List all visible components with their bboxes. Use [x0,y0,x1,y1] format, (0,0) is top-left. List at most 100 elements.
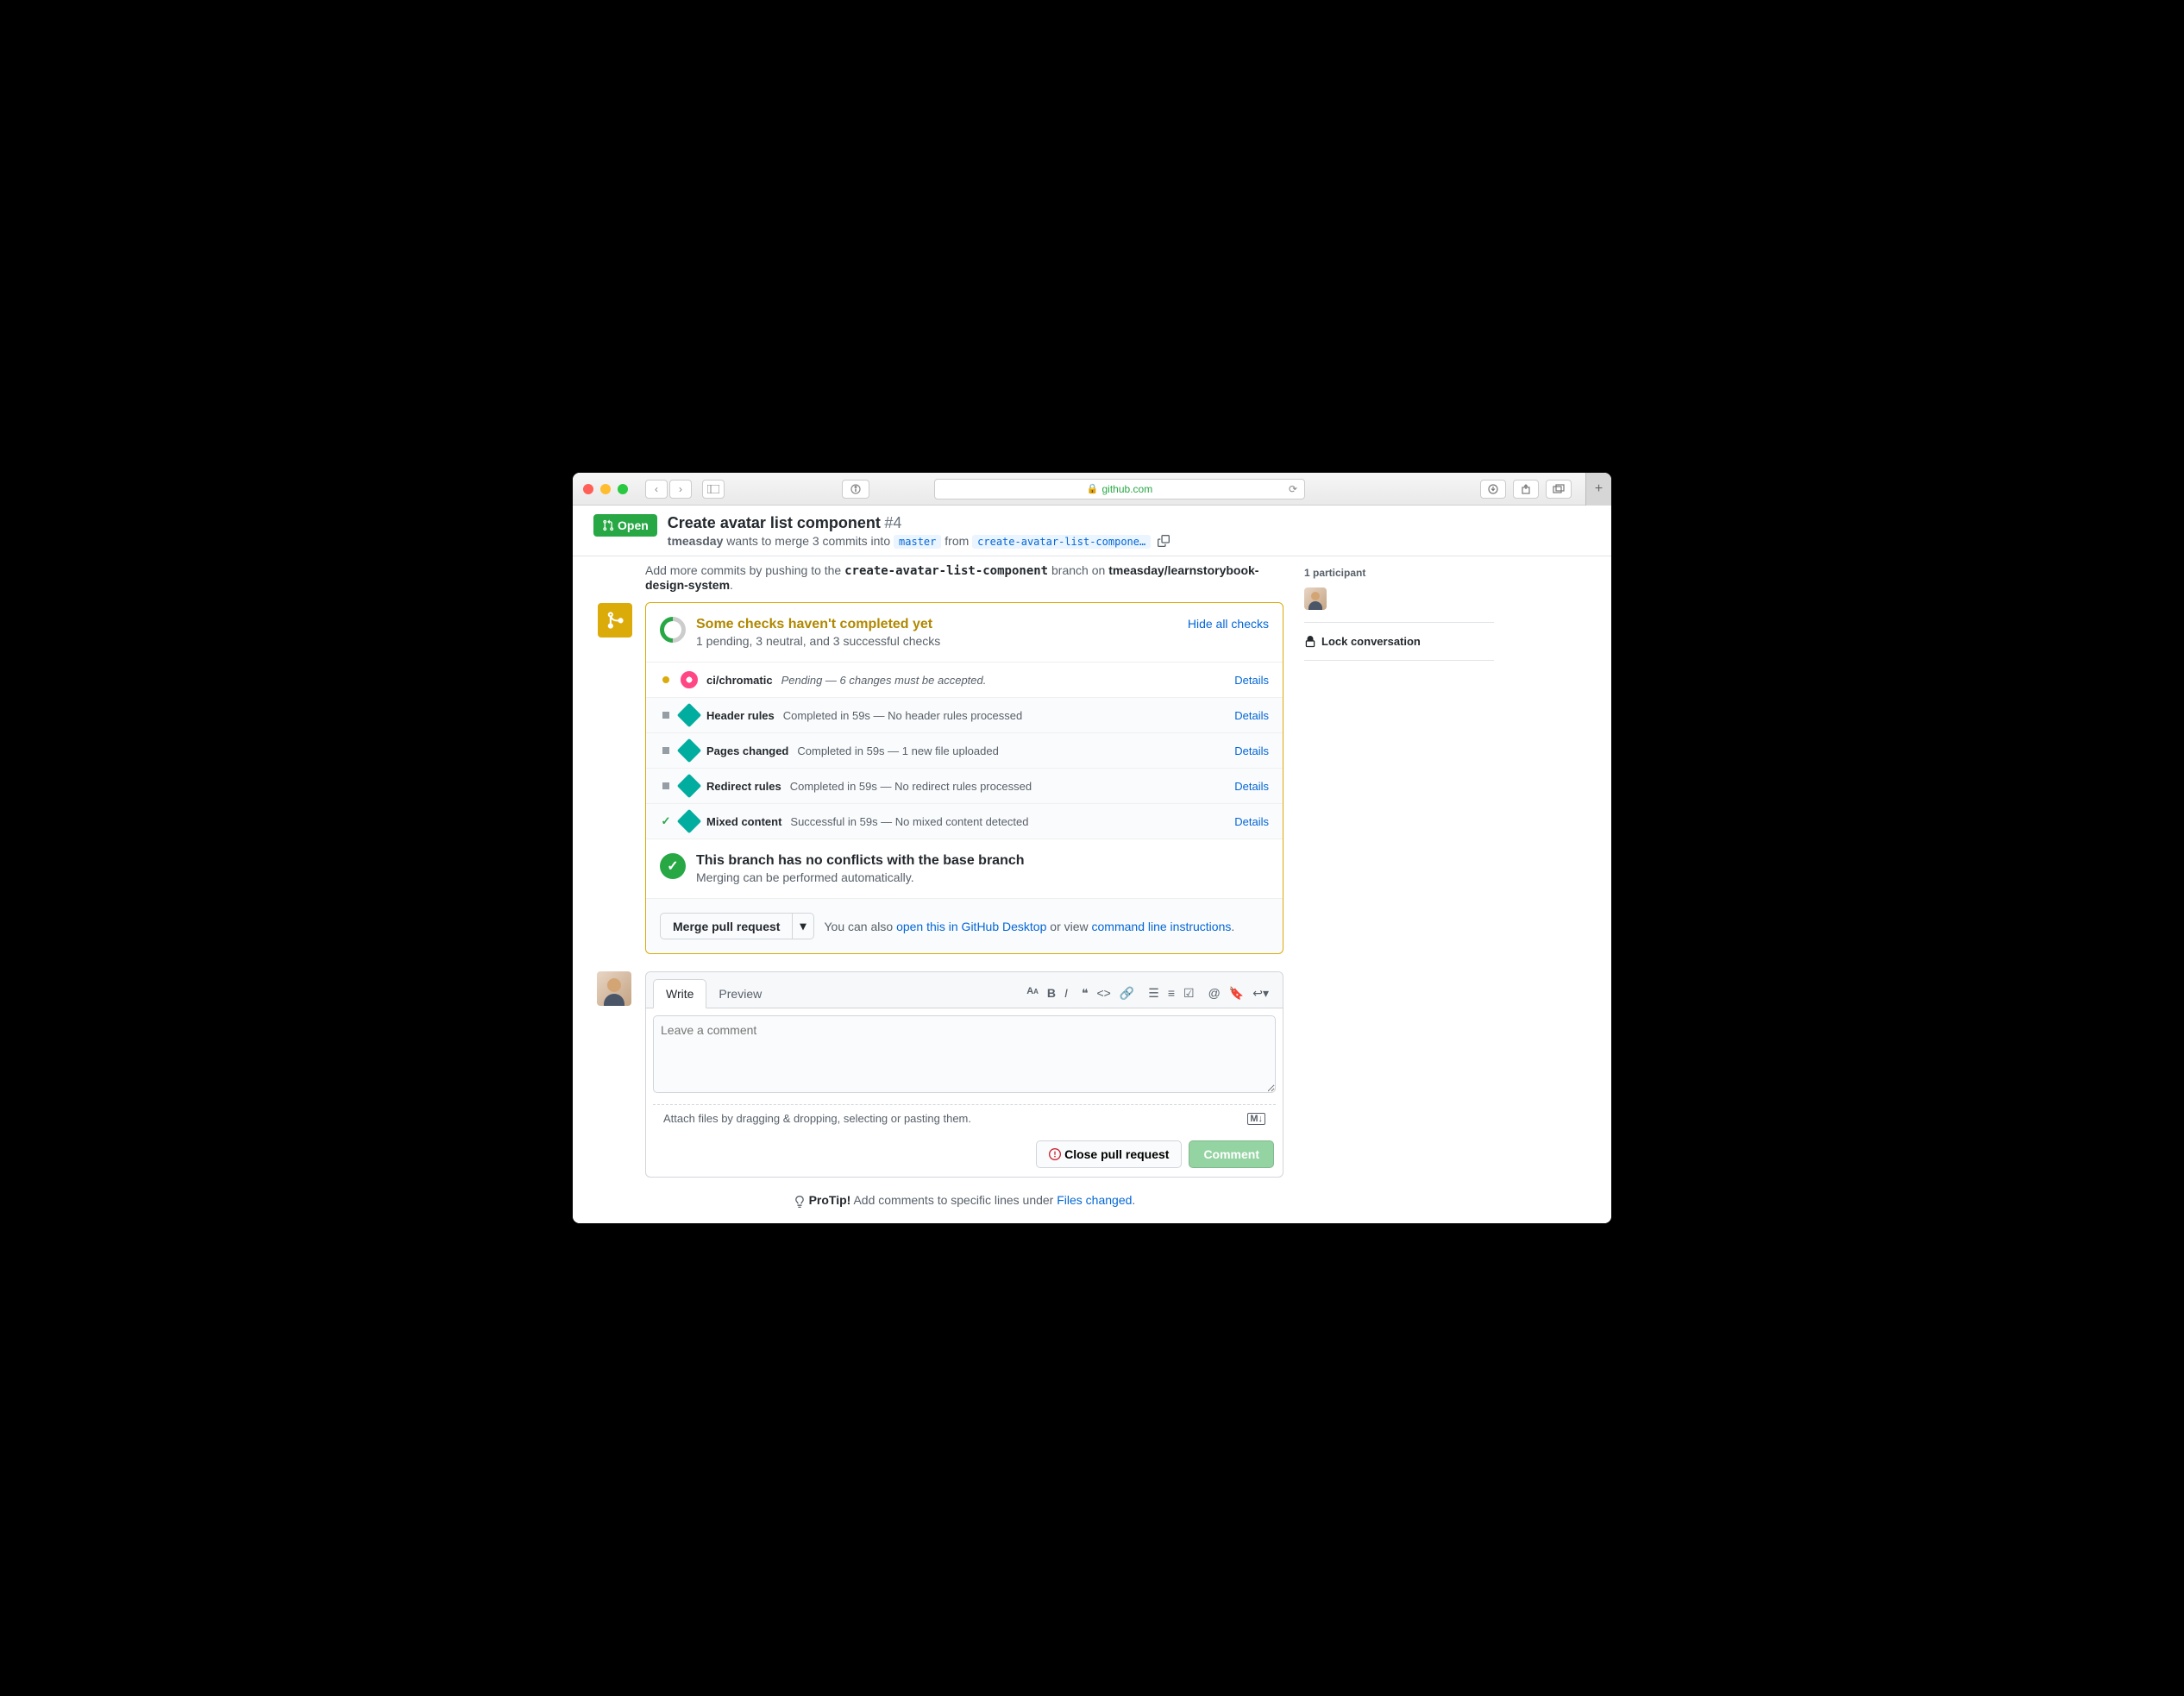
bold-icon[interactable]: B [1047,986,1056,1001]
url-domain: github.com [1102,483,1153,495]
pr-subtitle: tmeasday wants to merge 3 commits into m… [668,534,1171,549]
check-message: Completed in 59s — No redirect rules pro… [790,780,1032,793]
check-name: Pages changed [706,744,788,757]
check-app-icon [681,742,698,759]
markdown-icon[interactable]: M↓ [1247,1113,1265,1125]
protip: ProTip! Add comments to specific lines u… [645,1193,1283,1207]
pr-title: Create avatar list component [668,514,881,531]
reply-icon[interactable]: ↩▾ [1252,986,1269,1001]
forward-button[interactable]: › [669,480,692,499]
italic-icon[interactable]: I [1064,986,1068,1001]
check-details-link[interactable]: Details [1234,780,1269,793]
success-icon: ✓ [660,853,686,879]
issue-closed-icon [1049,1148,1061,1160]
sidebar: 1 participant Lock conversation [1304,556,1494,1207]
url-bar[interactable]: 🔒 github.com ⟳ [934,479,1305,499]
head-branch[interactable]: create-avatar-list-compone… [972,535,1151,549]
check-app-icon [681,707,698,724]
main-column: Add more commits by pushing to the creat… [645,556,1283,1207]
check-status-icon [660,782,672,789]
heading-icon[interactable]: AA [1026,986,1039,1001]
copy-icon[interactable] [1158,535,1171,549]
sidebar-button[interactable] [702,480,725,499]
check-row: ✓ Mixed content Successful in 59s — No m… [646,804,1283,839]
checks-summary: Some checks haven't completed yet 1 pend… [646,603,1283,662]
check-row: ci/chromatic Pending — 6 changes must be… [646,663,1283,698]
check-app-icon [681,777,698,795]
check-name: Header rules [706,709,775,722]
saved-icon[interactable]: 🔖 [1229,986,1244,1001]
participant-avatar[interactable] [1304,587,1327,610]
merge-icon [598,603,632,638]
mention-icon[interactable]: @ [1208,986,1221,1001]
merge-actions: Merge pull request ▾ You can also open t… [646,898,1283,953]
checks-subtitle: 1 pending, 3 neutral, and 3 successful c… [696,634,940,648]
check-app-icon [681,813,698,830]
check-name: Mixed content [706,815,781,828]
ol-icon[interactable]: ≡ [1168,986,1175,1001]
merge-button-group: Merge pull request ▾ [660,913,814,939]
base-branch[interactable]: master [894,535,941,549]
link-icon[interactable]: 🔗 [1120,986,1134,1001]
conflicts-sub: Merging can be performed automatically. [696,870,1025,884]
attach-hint[interactable]: Attach files by dragging & dropping, sel… [653,1104,1276,1132]
check-message: Completed in 59s — 1 new file uploaded [797,744,998,757]
minimize-window[interactable] [600,484,611,494]
check-name: Redirect rules [706,780,781,793]
reload-icon[interactable]: ⟳ [1289,483,1297,495]
merge-status-box: Some checks haven't completed yet 1 pend… [645,602,1283,954]
preview-tab[interactable]: Preview [706,980,774,1008]
cli-link[interactable]: command line instructions [1092,920,1232,933]
ul-icon[interactable]: ☰ [1148,986,1159,1001]
merge-button[interactable]: Merge pull request [660,913,793,939]
check-row: Header rules Completed in 59s — No heade… [646,698,1283,733]
conflicts-section: ✓ This branch has no conflicts with the … [646,839,1283,898]
tabs-button[interactable] [1546,480,1572,499]
merge-dropdown[interactable]: ▾ [793,913,813,939]
comment-textarea[interactable] [653,1015,1276,1093]
check-row: Redirect rules Completed in 59s — No red… [646,769,1283,804]
write-tab[interactable]: Write [653,979,706,1008]
check-message: Completed in 59s — No header rules proce… [783,709,1022,722]
maximize-window[interactable] [618,484,628,494]
lightbulb-icon [794,1193,809,1207]
pr-author[interactable]: tmeasday [668,534,724,548]
downloads-button[interactable] [1480,480,1506,499]
avatar[interactable] [597,971,631,1006]
desktop-link[interactable]: open this in GitHub Desktop [896,920,1046,933]
privacy-button[interactable] [842,480,869,499]
close-pr-button[interactable]: Close pull request [1036,1140,1182,1168]
pr-number: #4 [884,514,901,531]
check-details-link[interactable]: Details [1234,815,1269,828]
comment-tabs: Write Preview AA B I ❝ <> [646,972,1283,1008]
hide-checks-link[interactable]: Hide all checks [1188,617,1269,648]
conflicts-title: This branch has no conflicts with the ba… [696,853,1025,869]
quote-icon[interactable]: ❝ [1082,986,1089,1001]
checks-title: Some checks haven't completed yet [696,617,940,632]
check-details-link[interactable]: Details [1234,674,1269,687]
check-details-link[interactable]: Details [1234,709,1269,722]
share-button[interactable] [1513,480,1539,499]
participants-label: 1 participant [1304,567,1494,579]
pr-state-badge: Open [593,514,657,537]
check-app-icon [681,671,698,688]
new-tab-button[interactable]: + [1585,473,1611,506]
comment-button[interactable]: Comment [1189,1140,1274,1168]
status-donut-icon [655,612,691,648]
check-details-link[interactable]: Details [1234,744,1269,757]
check-name: ci/chromatic [706,674,773,687]
traffic-lights [583,484,628,494]
files-changed-link[interactable]: Files changed [1057,1193,1132,1207]
comment-form: Write Preview AA B I ❝ <> [645,971,1283,1178]
merge-hint: You can also open this in GitHub Desktop… [825,920,1235,933]
code-icon[interactable]: <> [1096,986,1110,1001]
push-more-hint: Add more commits by pushing to the creat… [645,556,1283,602]
check-status-icon [660,676,672,683]
back-button[interactable]: ‹ [645,480,668,499]
check-status-icon [660,712,672,719]
lock-conversation[interactable]: Lock conversation [1304,635,1494,648]
task-icon[interactable]: ☑ [1183,986,1195,1001]
browser-window: ‹ › 🔒 github.com ⟳ + Open [573,473,1611,1223]
close-window[interactable] [583,484,593,494]
check-message: Pending — 6 changes must be accepted. [781,674,987,687]
